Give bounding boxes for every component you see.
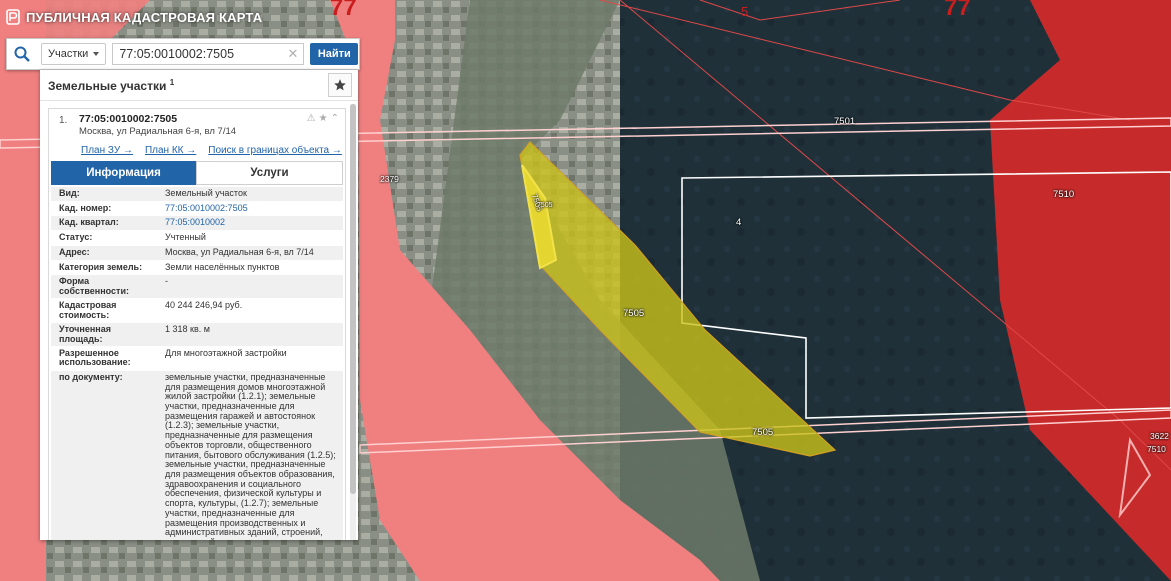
property-row: Разрешенное использование: Для многоэтажн… <box>51 346 343 371</box>
result-count: 1 <box>169 77 175 87</box>
result-cad-number: 77:05:0010002:7505 <box>79 113 178 125</box>
find-button[interactable]: Найти <box>310 43 359 65</box>
panel-scrollbar[interactable] <box>350 104 356 540</box>
result-tabs: Информация Услуги <box>51 161 343 185</box>
parcel-label-7510: 7510 <box>1053 189 1075 200</box>
parcel-label-2379: 2379 <box>380 174 399 184</box>
logo-icon <box>6 9 20 25</box>
parcel-label-3622: 3622 <box>1150 431 1169 441</box>
property-row: Уточненная площадь: 1 318 кв. м <box>51 323 343 347</box>
star-icon <box>334 79 346 91</box>
clear-icon[interactable]: ✕ <box>287 46 298 62</box>
favorites-button[interactable] <box>328 73 352 97</box>
search-in-bounds-link[interactable]: Поиск в границах объекта → <box>208 145 342 159</box>
parcel-label-7505: 7505 <box>623 308 645 319</box>
property-row: Кад. квартал: 77:05:0010002 <box>51 216 343 232</box>
result-links: План ЗУ → План КК → Поиск в границах объ… <box>49 143 345 159</box>
parcel-label-4: 4 <box>736 217 742 228</box>
quarter-label: 5 <box>741 4 749 19</box>
property-row: Вид: Земельный участок <box>51 187 343 202</box>
properties-table: Вид: Земельный участок Кад. номер: 77:05:0… <box>51 187 343 540</box>
property-row: Форма собственности: - <box>51 275 343 300</box>
parcel-label-7501: 7501 <box>834 116 856 127</box>
results-panel: Земельные участки 1 1. 77:05:0010002:750… <box>40 70 358 540</box>
scrollbar-thumb[interactable] <box>350 104 356 494</box>
result-card: 1. 77:05:0010002:7505 Москва, ул Радиаль… <box>48 108 346 540</box>
district-number-label-2: 77 <box>944 0 971 21</box>
cad-quarter-link[interactable]: 77:05:0010002 <box>159 216 343 230</box>
search-input[interactable]: 77:05:0010002:7505 ✕ <box>112 43 305 65</box>
search-type-value: Участки <box>48 48 89 60</box>
search-query: 77:05:0010002:7505 <box>119 47 235 61</box>
parcel-label-7505-small: 7505 <box>537 202 553 209</box>
result-address: Москва, ул Радиальная 6-я, вл 7/14 <box>79 126 237 137</box>
chevron-down-icon <box>93 52 100 56</box>
result-index: 1. <box>59 115 68 126</box>
parcel-label-7505-edge: 7505 <box>752 427 774 438</box>
property-row: Кад. номер: 77:05:0010002:7505 <box>51 201 343 217</box>
result-header[interactable]: 1. 77:05:0010002:7505 Москва, ул Радиаль… <box>49 109 345 143</box>
property-row: Кадастровая стоимость: 40 244 246,94 руб. <box>51 299 343 324</box>
property-row: Категория земель: Земли населённых пункто… <box>51 260 343 276</box>
warning-icon[interactable]: ⚠ <box>307 113 316 124</box>
panel-header: Земельные участки 1 <box>40 70 358 101</box>
plan-kk-link[interactable]: План КК → <box>145 145 196 159</box>
result-tools: ⚠ ★ ⌃ <box>307 113 339 124</box>
star-icon[interactable]: ★ <box>319 113 328 124</box>
district-number-label: 77 <box>330 0 357 21</box>
cad-number-link[interactable]: 77:05:0010002:7505 <box>159 202 343 216</box>
panel-title: Земельные участки 1 <box>48 77 175 93</box>
parcel-label-7510-2: 7510 <box>1147 444 1166 454</box>
app-title: ПУБЛИЧНАЯ КАДАСТРОВАЯ КАРТА <box>26 9 263 25</box>
tab-services[interactable]: Услуги <box>196 161 343 185</box>
search-type-select[interactable]: Участки <box>41 43 107 65</box>
search-bar: Участки 77:05:0010002:7505 ✕ Найти <box>6 38 360 70</box>
app-header: ПУБЛИЧНАЯ КАДАСТРОВАЯ КАРТА <box>6 6 262 28</box>
plan-zu-link[interactable]: План ЗУ → <box>81 145 133 159</box>
property-row: Адрес: Москва, ул Радиальная 6-я, вл 7/14 <box>51 245 343 261</box>
property-row: по документу: земельные участки, предназн… <box>51 370 343 540</box>
tab-info[interactable]: Информация <box>51 161 196 185</box>
chevron-up-icon[interactable]: ⌃ <box>331 113 339 124</box>
search-icon[interactable] <box>7 39 37 69</box>
property-row: Статус: Учтенный <box>51 231 343 246</box>
